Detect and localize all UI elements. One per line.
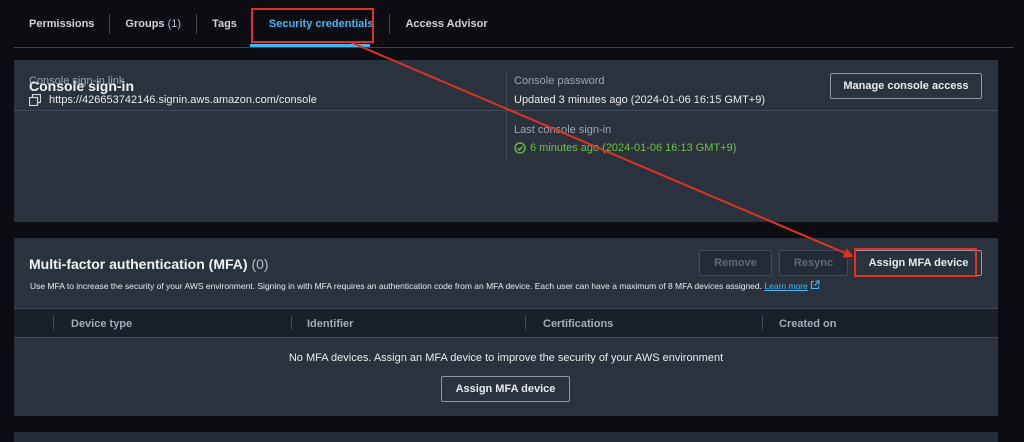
annotation-arrow bbox=[349, 41, 854, 258]
